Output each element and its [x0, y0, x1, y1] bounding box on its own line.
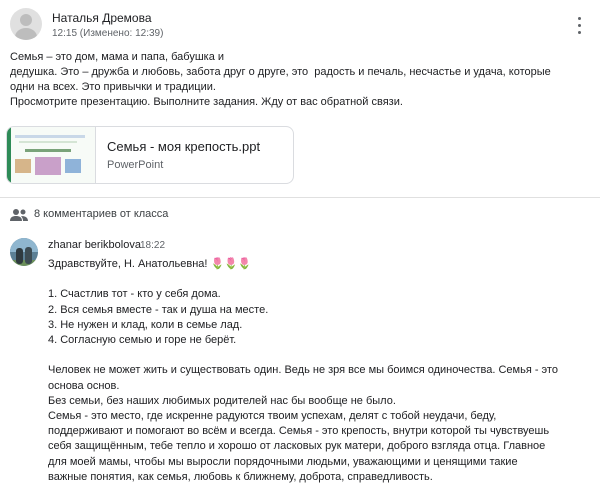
post-body-line: Просмотрите презентацию. Выполните задан…: [10, 96, 403, 108]
divider: [0, 197, 600, 198]
comment-line: важные понятия, как семья, любовь к ближ…: [48, 470, 433, 483]
post-body-line: Семья – это дом, мама и папа, бабушка и: [10, 51, 225, 63]
author-avatar[interactable]: [10, 8, 42, 40]
comment-line: [48, 348, 594, 363]
post-timestamp: 12:15 (Изменено: 12:39): [52, 28, 164, 39]
comment-line: для моей мамы, чтобы мы выросли порядочн…: [48, 455, 518, 468]
comment-line: 1. Счастлив тот - кто у себя дома.: [48, 288, 221, 301]
attachment-card[interactable]: Семья - моя крепость.ppt PowerPoint: [6, 126, 294, 184]
comment-body: Здравствуйте, Н. Анатольевна! 🌷🌷🌷 1. Сча…: [48, 257, 594, 485]
comment-line: 2. Вся семья вместе - так и душа на мест…: [48, 303, 269, 316]
post-author[interactable]: Наталья Дремова: [52, 11, 152, 25]
post-body-line: дедушка. Это – дружба и любовь, забота д…: [10, 66, 551, 78]
comments-count-label: 8 комментариев от класса: [34, 208, 169, 220]
comment-line: поддерживают и помогают во всём и всегда…: [48, 425, 550, 438]
comment-time: 18:22: [140, 240, 166, 251]
more-options-icon[interactable]: [574, 14, 586, 36]
attachment-type: PowerPoint: [107, 159, 164, 171]
commenter-avatar[interactable]: [10, 238, 38, 266]
comment-line: Человек не может жить и существовать оди…: [48, 364, 558, 377]
presentation-thumbnail[interactable]: [7, 127, 96, 183]
comment-line: Семья - это место, где искренне радуются…: [48, 410, 497, 422]
comment-author[interactable]: zhanar berikbolova: [48, 239, 141, 251]
comment-line: Здравствуйте, Н. Анатольевна! 🌷🌷🌷: [48, 258, 252, 270]
comment-line: себя защищённым, тебе тепло и хорошо от …: [48, 440, 546, 453]
comment-line: Без семьи, без наших любимых родителей н…: [48, 394, 396, 407]
attachment-title[interactable]: Семья - моя крепость.ppt: [107, 139, 260, 154]
comment-line: [48, 272, 594, 287]
comment-line: основа основ.: [48, 379, 120, 392]
comment-line: 3. Не нужен и клад, коли в семье лад.: [48, 318, 243, 331]
post-body: Семья – это дом, мама и папа, бабушка и …: [10, 50, 590, 110]
comment-line: 4. Согласную семью и горе не берёт.: [48, 334, 237, 346]
people-icon: [10, 209, 28, 221]
post-header: Наталья Дремова 12:15 (Изменено: 12:39): [10, 8, 590, 44]
post-body-line: одни на всех. Это привычки и традиции.: [10, 81, 216, 93]
